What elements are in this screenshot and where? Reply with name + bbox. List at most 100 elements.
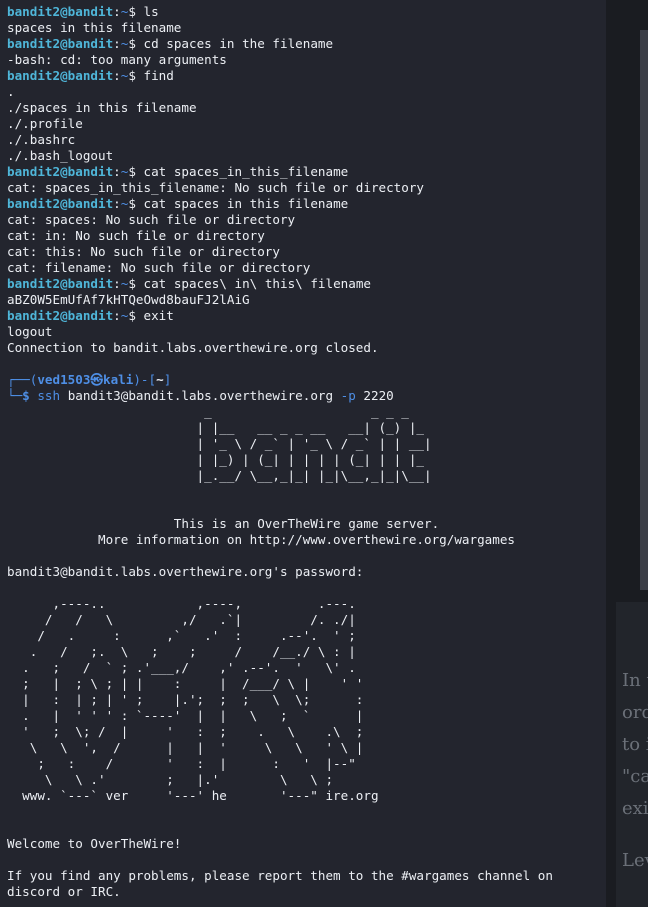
prompt-line: bandit2@bandit:~$ cat spaces_in_this_fil… [7, 164, 553, 180]
kali-prompt-symbol: $ [22, 388, 38, 403]
output-line: ./.bashrc [7, 132, 76, 147]
kali-prompt-corner: ┌──( [7, 372, 38, 387]
otw-art-line: ; : / ' : | : ' |--" [7, 756, 356, 771]
prompt-symbol: $ [128, 308, 144, 323]
kali-prompt-top: ┌──(ved1503㉿kali)-[~] [7, 372, 553, 388]
ssh-port: 2220 [363, 388, 394, 403]
otw-art-line: www. `---` ver '---' he '---" ire.org [7, 788, 379, 803]
prompt-user-host: bandit2@bandit [7, 308, 114, 323]
command-text: cat spaces\ in\ this\ filename [143, 276, 371, 291]
otw-art-line: ,----.. ,----, .---. [7, 596, 356, 611]
prompt-user-host: bandit2@bandit [7, 4, 114, 19]
background-text-fragment: ord [622, 702, 648, 723]
prompt-symbol: $ [128, 4, 144, 19]
prompt-line: bandit2@bandit:~$ cat spaces in this fil… [7, 196, 553, 212]
prompt-user-host: bandit2@bandit [7, 276, 114, 291]
server-info-line: More information on http://www.overthewi… [7, 532, 515, 547]
prompt-user-host: bandit2@bandit [7, 164, 114, 179]
command-text: cd spaces in the filename [143, 36, 334, 51]
prompt-symbol: $ [128, 68, 144, 83]
kali-path-open: )-[ [133, 372, 157, 387]
prompt-line: bandit2@bandit:~$ cd spaces in the filen… [7, 36, 553, 52]
prompt-line: bandit2@bandit:~$ find [7, 68, 553, 84]
prompt-separator: : [113, 68, 121, 83]
otw-art-line: / / \ ,/ .`| /. ./| [7, 612, 356, 627]
prompt-separator: : [113, 276, 121, 291]
background-page-content: In t ord to i "ca exi Lev [616, 602, 648, 907]
welcome-line: Welcome to OverTheWire! [7, 836, 182, 851]
output-line: cat: spaces: No such file or directory [7, 212, 296, 227]
otw-art-line: \ \ .' ; |.' \ \ ; [7, 772, 334, 787]
bandit-banner-line: |_.__/ \__,_|_| |_|\__,_|_|\__| [7, 468, 432, 483]
otw-art-line: | : | ; | ' ; |.'; ; ; \ \; : [7, 692, 364, 707]
kali-path: ~ [156, 372, 164, 387]
prompt-separator: : [113, 4, 121, 19]
output-line: -bash: cd: too many arguments [7, 52, 227, 67]
command-text: exit [143, 308, 174, 323]
prompt-user-host: bandit2@bandit [7, 36, 114, 51]
otw-art-line: . | ' ' ' : `----' | | \ ; ` | [7, 708, 364, 723]
prompt-separator: : [113, 36, 121, 51]
ssh-port-flag: -p [340, 388, 364, 403]
otw-art-line: / . : ,` .' : .--'. ' ; [7, 628, 356, 643]
output-line: spaces in this filename [7, 20, 182, 35]
prompt-separator: : [113, 196, 121, 211]
output-line: cat: spaces_in_this_filename: No such fi… [7, 180, 425, 195]
otw-art-line: . / ;. \ ; ; / /__./ \ : | [7, 644, 356, 659]
output-line: cat: filename: No such file or directory [7, 260, 311, 275]
command-text: ls [143, 4, 159, 19]
output-line: logout [7, 324, 53, 339]
prompt-symbol: $ [128, 36, 144, 51]
ssh-command: ssh [37, 388, 68, 403]
prompt-user-host: bandit2@bandit [7, 196, 114, 211]
output-line: ./.bash_logout [7, 148, 114, 163]
report-line: If you find any problems, please report … [7, 868, 553, 883]
background-text-fragment: Lev [622, 850, 648, 871]
output-line: aBZ0W5EmUfAf7kHTQeOwd8bauFJ2lAiG [7, 292, 250, 307]
ssh-target: bandit3@bandit.labs.overthewire.org [67, 388, 341, 403]
background-text-fragment: exi [622, 798, 648, 819]
prompt-symbol: $ [128, 164, 144, 179]
terminal-output: bandit2@bandit:~$ ls spaces in this filen… [7, 4, 553, 900]
prompt-symbol: $ [128, 276, 144, 291]
output-line: Connection to bandit.labs.overthewire.or… [7, 340, 379, 355]
bandit-banner-line: | '_ \ / _` | '_ \ / _` | | __| [7, 436, 432, 451]
kali-prompt-bottom: └─$ ssh bandit3@bandit.labs.overthewire.… [7, 388, 553, 404]
output-line: cat: in: No such file or directory [7, 228, 265, 243]
prompt-separator: : [113, 164, 121, 179]
report-line: discord or IRC. [7, 884, 121, 899]
kali-path-close: ] [163, 372, 172, 387]
prompt-line: bandit2@bandit:~$ ls [7, 4, 553, 20]
command-text: find [143, 68, 174, 83]
output-line: cat: this: No such file or directory [7, 244, 280, 259]
background-text-fragment: to i [622, 734, 648, 755]
prompt-separator: : [113, 308, 121, 323]
background-browser-window[interactable]: In t ord to i "ca exi Lev [606, 0, 648, 907]
command-text: cat spaces in this filename [143, 196, 349, 211]
command-text: cat spaces_in_this_filename [143, 164, 349, 179]
otw-art-line: \ \ ', / | | ' \ \ ' \ | [7, 740, 364, 755]
terminal-window[interactable]: bandit2@bandit:~$ ls spaces in this filen… [0, 0, 606, 907]
prompt-line: bandit2@bandit:~$ exit [7, 308, 553, 324]
otw-art-line: ; | ; \ ; | | : | /___/ \ | ' ' [7, 676, 364, 691]
background-text-fragment: In t [622, 670, 648, 691]
prompt-symbol: $ [128, 196, 144, 211]
bandit-banner-line: | |_) | (_| | | | | (_| | | |_ [7, 452, 432, 467]
bandit-banner-line: | |__ __ _ _ __ __| (_) |_ [7, 420, 432, 435]
output-line: ./.profile [7, 116, 83, 131]
prompt-line: bandit2@bandit:~$ cat spaces\ in\ this\ … [7, 276, 553, 292]
background-text-fragment: "ca [622, 766, 648, 787]
output-line: . [7, 84, 15, 99]
otw-art-line: . ; / ` ; .'___,/ ,' .--'. ' \' . [7, 660, 356, 675]
background-scrollbar[interactable] [640, 30, 648, 590]
prompt-user-host: bandit2@bandit [7, 68, 114, 83]
kali-prompt-corner: └─ [7, 388, 23, 403]
kali-user-host: ved1503㉿kali [37, 372, 134, 387]
